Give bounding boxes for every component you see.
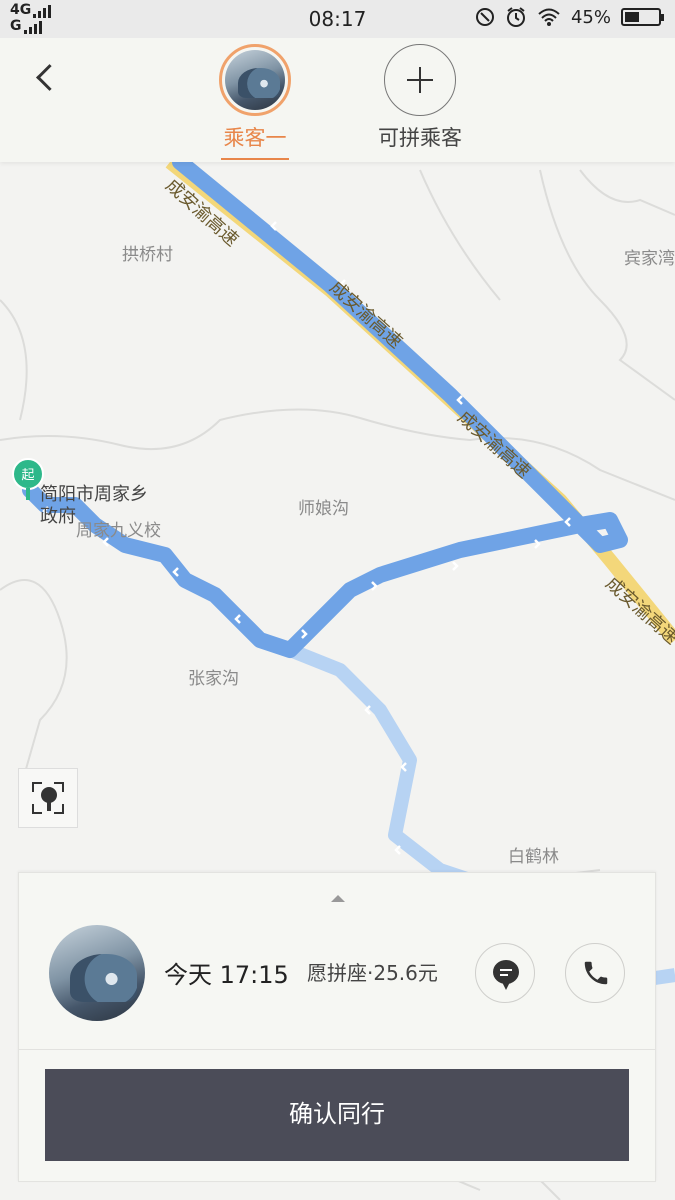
battery-percent: 45% — [570, 6, 611, 28]
back-button[interactable] — [28, 58, 68, 98]
battery-icon — [621, 8, 664, 26]
expand-handle-icon[interactable] — [331, 895, 345, 902]
car-photo — [49, 925, 145, 1021]
place-label: 张家沟 — [188, 669, 239, 689]
divider — [19, 1049, 655, 1050]
status-icons: 45% — [475, 6, 664, 28]
confirm-ride-button[interactable]: 确认同行 — [45, 1069, 629, 1161]
active-tab-indicator — [221, 158, 289, 160]
status-bar: 4G G 08:17 45% — [0, 0, 675, 38]
locate-button[interactable] — [18, 768, 78, 828]
start-marker-stem — [26, 488, 30, 500]
alarm-icon — [506, 7, 525, 27]
tab-label: 乘客一 — [223, 126, 287, 150]
car-photo — [225, 50, 285, 110]
place-label: 白鹤林 — [508, 847, 559, 867]
message-icon — [493, 960, 519, 990]
call-button[interactable] — [565, 943, 625, 1003]
tab-passenger-one[interactable]: 乘客一 — [200, 44, 310, 160]
school-label: 周家九义校 — [76, 521, 161, 541]
tab-label: 可拼乘客 — [378, 126, 462, 150]
departure-time: 今天 17:15 — [164, 961, 289, 989]
passenger-avatar — [219, 44, 291, 116]
battery-fill — [625, 12, 640, 22]
do-not-disturb-icon — [475, 8, 494, 26]
passenger-card: 今天 17:15 愿拼座·25.6元 确认同行 — [18, 872, 656, 1182]
wifi-icon — [538, 8, 560, 26]
message-button[interactable] — [475, 943, 535, 1003]
place-label: 宾家湾 — [624, 249, 675, 269]
passenger-avatar[interactable] — [49, 925, 145, 1021]
place-label: 拱桥村 — [122, 245, 173, 265]
tab-available-passengers[interactable]: 可拼乘客 — [365, 44, 475, 152]
seat-price: 愿拼座·25.6元 — [307, 961, 438, 985]
phone-icon — [584, 961, 608, 985]
place-label: 师娘沟 — [298, 499, 349, 519]
start-location-label-line2: 政府 — [40, 506, 76, 527]
header: 乘客一 可拼乘客 — [0, 38, 675, 162]
add-icon — [384, 44, 456, 116]
